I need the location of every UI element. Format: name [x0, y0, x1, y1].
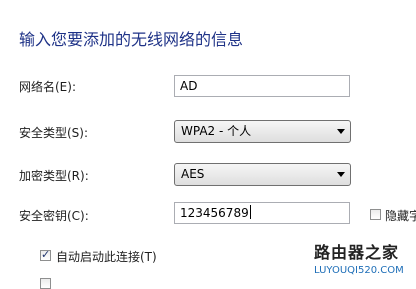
hide-characters-checkbox[interactable]: [370, 209, 381, 220]
text-cursor: [249, 205, 251, 219]
watermark-url: LUYOUQI520.COM: [314, 265, 404, 276]
security-type-label: 安全类型(S):: [19, 126, 89, 140]
encryption-type-value: AES: [181, 167, 205, 181]
network-name-label: 网络名(E):: [19, 80, 76, 94]
auto-connect-label: 自动启动此连接(T): [56, 250, 157, 264]
auto-connect-checkbox[interactable]: [40, 248, 51, 261]
encryption-type-label: 加密类型(R):: [19, 169, 89, 183]
encryption-type-dropdown[interactable]: AES: [174, 163, 351, 186]
chevron-down-icon: [337, 129, 345, 134]
security-key-value: 123456789: [180, 206, 249, 220]
hide-characters-label: 隐藏字: [385, 209, 416, 223]
security-key-input[interactable]: 123456789: [174, 202, 350, 224]
network-name-input[interactable]: AD: [174, 75, 350, 97]
security-type-value: WPA2 - 个人: [181, 124, 252, 138]
chevron-down-icon: [337, 172, 345, 177]
page-title: 输入您要添加的无线网络的信息: [19, 30, 244, 49]
watermark-chinese: 路由器之家: [314, 243, 400, 262]
watermark-logo: 路由器之家 LUYOUQI520.COM: [314, 239, 404, 276]
security-type-dropdown[interactable]: WPA2 - 个人: [174, 120, 351, 143]
next-option-checkbox[interactable]: [40, 278, 51, 289]
security-key-label: 安全密钥(C):: [19, 209, 89, 223]
